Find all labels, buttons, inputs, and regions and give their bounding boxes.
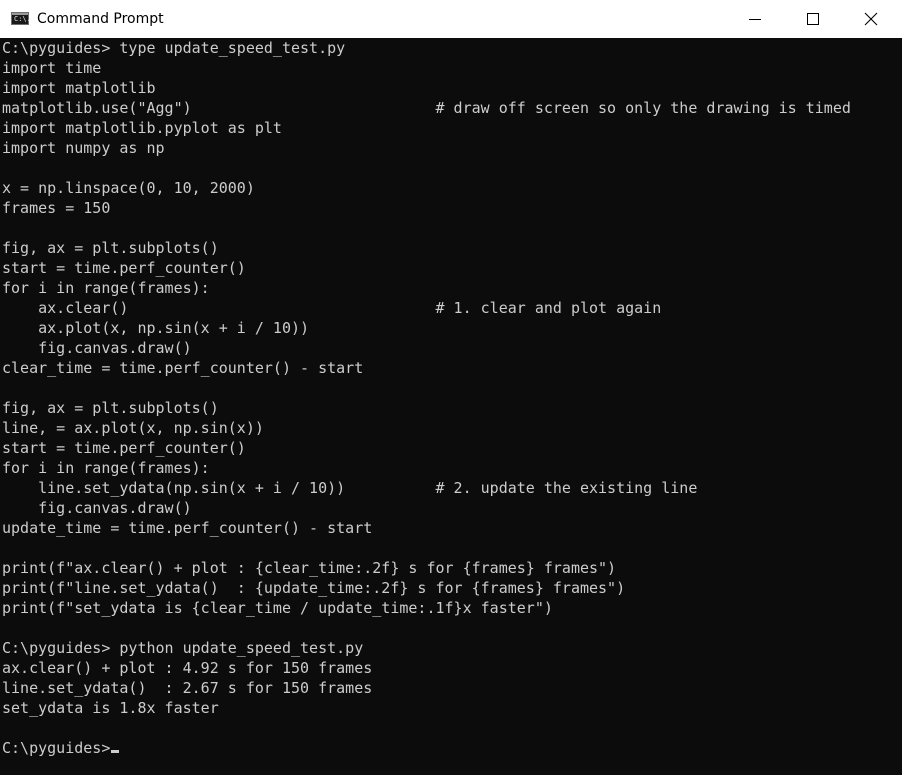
console-line: for i in range(frames):: [2, 279, 210, 297]
console-line: line, = ax.plot(x, np.sin(x)): [2, 419, 264, 437]
console-line: print(f"ax.clear() + plot : {clear_time:…: [2, 559, 617, 577]
window-title: Command Prompt: [37, 11, 164, 27]
command-prompt-window: C:\. Command Prompt C:\pyguides> type up…: [0, 0, 902, 775]
console-line: import numpy as np: [2, 139, 165, 157]
console-line: line.set_ydata() : 2.67 s for 150 frames: [2, 679, 373, 697]
title-bar[interactable]: C:\. Command Prompt: [0, 0, 902, 38]
close-icon: [864, 12, 878, 26]
maximize-button[interactable]: [784, 0, 842, 38]
console-line: fig.canvas.draw(): [2, 499, 192, 517]
prompt-text: C:\pyguides>: [2, 739, 111, 757]
console-line: import time: [2, 59, 102, 77]
console-line: print(f"set_ydata is {clear_time / updat…: [2, 599, 553, 617]
console-line: fig.canvas.draw(): [2, 339, 192, 357]
command-prompt-line[interactable]: C:\pyguides>: [2, 738, 120, 758]
console-line: update_time = time.perf_counter() - star…: [2, 519, 373, 537]
console-output: C:\pyguides> type update_speed_test.py i…: [2, 38, 851, 738]
console-line: matplotlib.use("Agg") # draw off screen …: [2, 99, 851, 117]
close-button[interactable]: [842, 0, 900, 38]
console-line: C:\pyguides> python update_speed_test.py: [2, 639, 364, 657]
cmd-icon-glyph: C:\.: [14, 15, 31, 23]
console-area[interactable]: C:\pyguides> type update_speed_test.py i…: [0, 38, 902, 775]
maximize-icon: [807, 13, 819, 25]
console-line: fig, ax = plt.subplots(): [2, 239, 219, 257]
minimize-icon: [749, 19, 761, 20]
console-line: start = time.perf_counter(): [2, 439, 246, 457]
console-line: C:\pyguides> type update_speed_test.py: [2, 39, 346, 57]
console-line: start = time.perf_counter(): [2, 259, 246, 277]
console-line: print(f"line.set_ydata() : {update_time:…: [2, 579, 626, 597]
console-line: line.set_ydata(np.sin(x + i / 10)) # 2. …: [2, 479, 698, 497]
console-line: ax.plot(x, np.sin(x + i / 10)): [2, 319, 310, 337]
console-line: ax.clear() # 1. clear and plot again: [2, 299, 662, 317]
console-line: import matplotlib.pyplot as plt: [2, 119, 282, 137]
cmd-app-icon[interactable]: C:\.: [11, 12, 31, 25]
console-line: ax.clear() + plot : 4.92 s for 150 frame…: [2, 659, 373, 677]
minimize-button[interactable]: [726, 0, 784, 38]
console-line: import matplotlib: [2, 79, 156, 97]
console-line: clear_time = time.perf_counter() - start: [2, 359, 364, 377]
console-line: set_ydata is 1.8x faster: [2, 699, 219, 717]
console-line: frames = 150: [2, 199, 111, 217]
console-line: fig, ax = plt.subplots(): [2, 399, 219, 417]
console-line: x = np.linspace(0, 10, 2000): [2, 179, 255, 197]
console-line: for i in range(frames):: [2, 459, 210, 477]
text-cursor: [111, 750, 120, 753]
